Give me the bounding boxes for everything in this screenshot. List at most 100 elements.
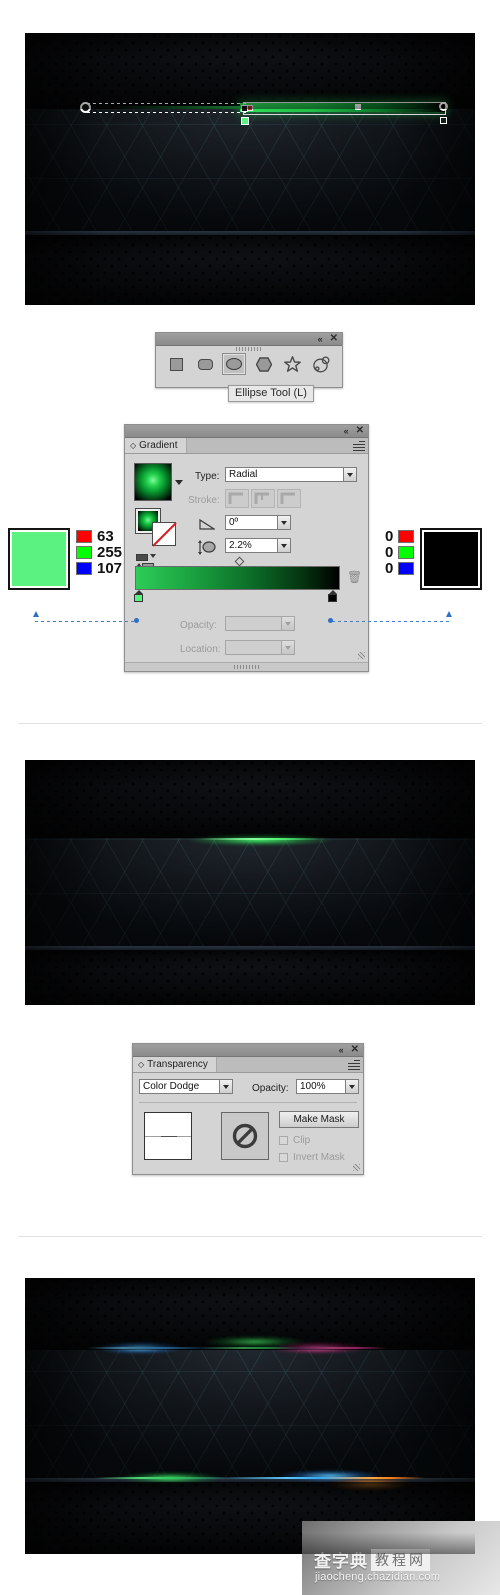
gradient-panel-titlebar: « ✕: [125, 425, 368, 438]
rounded-rectangle-icon: [197, 358, 213, 370]
tab-gradient-label: Gradient: [139, 440, 178, 451]
rounded-rectangle-tool-button[interactable]: [193, 353, 217, 375]
gradient-preset-chevron-icon[interactable]: [175, 480, 183, 485]
clip-checkbox-row[interactable]: Clip: [279, 1135, 310, 1146]
tab-gradient[interactable]: ◇ Gradient: [125, 438, 187, 453]
collapse-icon[interactable]: «: [339, 1045, 344, 1055]
close-icon[interactable]: ✕: [351, 1045, 359, 1055]
shape-tool-row: [156, 351, 342, 377]
collapse-icon[interactable]: «: [344, 426, 349, 436]
gradient-preview-swatch[interactable]: [134, 463, 172, 501]
aspect-ratio-icon: [198, 540, 216, 555]
gradient-opacity-label: Opacity:: [180, 620, 217, 631]
chevron-down-icon[interactable]: [277, 538, 291, 553]
green-channel-value: 255: [97, 544, 123, 561]
gradient-angle-combo[interactable]: 0º: [225, 515, 291, 530]
delete-stop-icon[interactable]: 🗑: [347, 570, 362, 584]
panel-menu-icon[interactable]: [353, 441, 365, 451]
gradient-panel: « ✕ ◇ Gradient Type: Radial Stroke: 0º 2…: [124, 424, 369, 672]
gradient-location-value[interactable]: [225, 640, 281, 655]
gradient-type-value[interactable]: Radial: [225, 467, 343, 482]
panel-separator: [139, 1102, 357, 1103]
green-channel-value: 0: [385, 544, 394, 561]
gradient-type-combo[interactable]: Radial: [225, 467, 357, 482]
close-icon[interactable]: ✕: [356, 426, 364, 436]
gradient-opacity-combo[interactable]: [225, 616, 295, 631]
gradient-slider-bar[interactable]: [135, 566, 340, 590]
object-thumbnail[interactable]: [144, 1112, 192, 1160]
gradient-end-square-handle[interactable]: [440, 117, 447, 124]
perforated-band-top: [25, 760, 475, 838]
blue-channel-swatch: [76, 562, 92, 575]
tab-filler: [216, 1057, 363, 1072]
green-channel-swatch: [398, 546, 415, 559]
perforated-band-top: [25, 1278, 475, 1350]
panel-dot-icon: ◇: [138, 1060, 145, 1069]
callout-dot-right: [328, 618, 333, 623]
perforated-band-bottom: [25, 950, 475, 1005]
gradient-opacity-value[interactable]: [225, 616, 281, 631]
gradient-annotator-dashed-lower: [87, 112, 247, 113]
transparency-opacity-combo[interactable]: 100%: [296, 1079, 359, 1094]
rectangle-tool-button[interactable]: [164, 353, 188, 375]
artwork-middle: [25, 760, 475, 1005]
gradient-start-swatch-fill: [12, 532, 66, 586]
rgb-row-g: 255: [76, 544, 123, 561]
close-icon[interactable]: ✕: [330, 334, 338, 344]
transparency-opacity-value[interactable]: 100%: [296, 1079, 345, 1094]
callout-arrow-left: [33, 611, 39, 617]
tab-transparency[interactable]: ◇ Transparency: [133, 1057, 217, 1072]
gradient-stop-end[interactable]: [328, 590, 337, 602]
gradient-midpoint-marker[interactable]: [234, 556, 245, 567]
invert-mask-label: Invert Mask: [293, 1152, 345, 1163]
gradient-location-label: Location:: [180, 644, 221, 655]
make-mask-label: Make Mask: [293, 1114, 345, 1125]
gradient-aspect-value[interactable]: 2.2%: [225, 538, 277, 553]
shape-tools-panel: « ✕: [155, 332, 343, 388]
invert-mask-checkbox[interactable]: [279, 1153, 288, 1162]
callout-dot-left: [134, 618, 139, 623]
polygon-tool-button[interactable]: [252, 353, 276, 375]
watermark-url: jiaocheng.chazidian.com: [315, 1571, 441, 1583]
collapse-icon[interactable]: «: [318, 334, 323, 344]
chevron-down-icon[interactable]: [281, 640, 295, 655]
gradient-end-swatch-fill: [424, 532, 478, 586]
no-mask-icon: [232, 1123, 258, 1149]
gradient-stop-start[interactable]: [134, 590, 143, 602]
tab-filler: [186, 438, 368, 453]
callout-guide-right: [332, 621, 449, 622]
gradient-aspect-combo[interactable]: 2.2%: [225, 538, 291, 553]
transparency-panel: « ✕ ◇ Transparency Color Dodge Opacity: …: [132, 1043, 364, 1175]
make-mask-button[interactable]: Make Mask: [279, 1111, 359, 1128]
star-tool-button[interactable]: [281, 353, 305, 375]
ellipse-tool-tooltip: Ellipse Tool (L): [228, 385, 314, 402]
perforated-band-bottom: [25, 235, 475, 305]
callout-guide-left: [35, 621, 138, 622]
invert-mask-checkbox-row[interactable]: Invert Mask: [279, 1152, 345, 1163]
chevron-down-icon[interactable]: [277, 515, 291, 530]
artwork-bottom: [25, 1278, 475, 1554]
gradient-start-color-chip[interactable]: [241, 117, 249, 125]
gradient-location-combo[interactable]: [225, 640, 295, 655]
chevron-down-icon[interactable]: [343, 467, 357, 482]
transparency-tab-row: ◇ Transparency: [133, 1057, 363, 1073]
tools-panel-titlebar: « ✕: [156, 333, 342, 346]
mask-thumbnail[interactable]: [221, 1112, 269, 1160]
chevron-down-icon[interactable]: [281, 616, 295, 631]
flare-tool-button[interactable]: [310, 353, 334, 375]
resize-grip-icon[interactable]: [353, 1164, 360, 1171]
blend-mode-value[interactable]: Color Dodge: [139, 1079, 219, 1094]
chevron-down-icon[interactable]: [345, 1079, 359, 1094]
clip-checkbox[interactable]: [279, 1136, 288, 1145]
resize-grip-icon[interactable]: [358, 652, 365, 659]
chevron-down-icon[interactable]: [219, 1079, 233, 1094]
red-channel-swatch: [76, 530, 92, 543]
transparency-opacity-label: Opacity:: [252, 1083, 289, 1094]
ellipse-tool-button[interactable]: [222, 353, 247, 375]
section-divider-1: [18, 723, 482, 724]
stroke-gradient-within-button: [225, 489, 249, 508]
gradient-angle-value[interactable]: 0º: [225, 515, 277, 530]
gradient-panel-bottom-grip[interactable]: [125, 662, 368, 671]
panel-menu-icon[interactable]: [348, 1060, 360, 1070]
blend-mode-combo[interactable]: Color Dodge: [139, 1079, 233, 1094]
